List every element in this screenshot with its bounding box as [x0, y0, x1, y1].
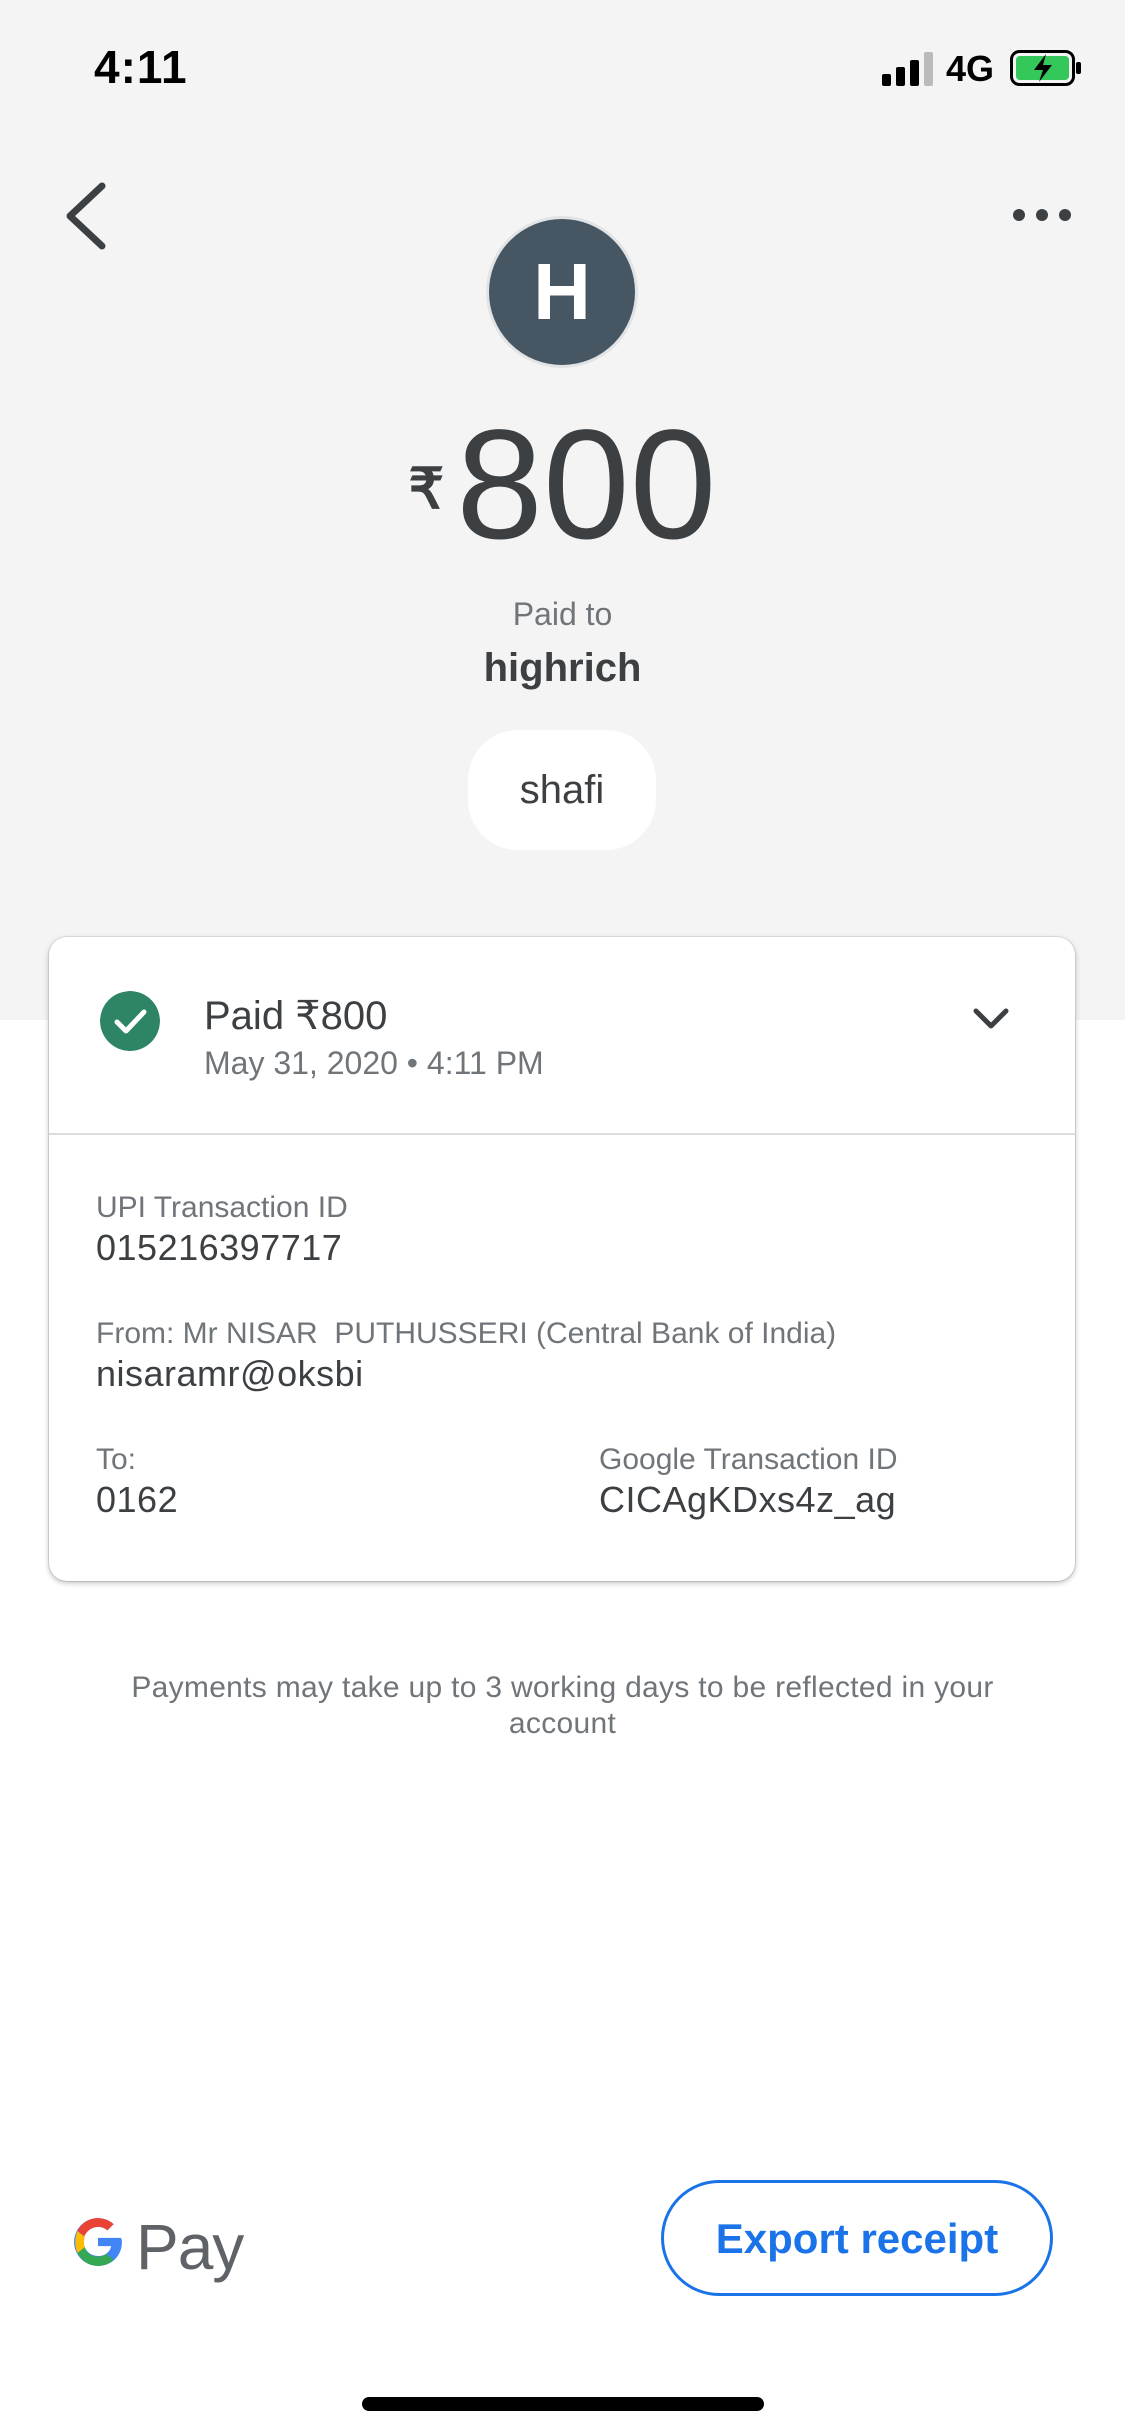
home-indicator[interactable]	[362, 2397, 764, 2411]
google-transaction-id-label: Google Transaction ID	[599, 1443, 898, 1476]
amount-value: 800	[456, 398, 717, 572]
from-label: From: Mr NISAR PUTHUSSERI (Central Bank …	[96, 1317, 837, 1350]
check-circle-icon	[100, 991, 160, 1051]
currency-symbol: ₹	[408, 457, 445, 520]
network-type: 4G	[946, 48, 995, 89]
battery-charging-icon	[1010, 50, 1081, 86]
payee-avatar: H	[486, 216, 638, 368]
gpay-brand-text: Pay	[136, 2211, 244, 2283]
from-upi-id: nisaramr@oksbi	[96, 1353, 364, 1394]
export-receipt-button[interactable]: Export receipt	[661, 2180, 1053, 2296]
google-g-logo	[74, 2218, 122, 2266]
disclaimer-text: Payments may take up to 3 working days t…	[131, 1671, 994, 1740]
upi-transaction-id-label: UPI Transaction ID	[96, 1191, 348, 1224]
google-transaction-id: CICAgKDxs4z_ag	[599, 1479, 897, 1520]
more-options-button[interactable]	[1010, 200, 1074, 230]
payment-datetime: May 31, 2020 • 4:11 PM	[204, 1045, 544, 1081]
payment-summary: Paid ₹800	[204, 994, 388, 1038]
payment-note-chip: shafi	[468, 730, 656, 850]
back-button[interactable]	[58, 180, 114, 252]
transaction-summary-row[interactable]: Paid ₹800 May 31, 2020 • 4:11 PM	[49, 937, 1075, 1135]
upi-transaction-id: 015216397717	[96, 1227, 343, 1268]
status-time: 4:11	[94, 41, 188, 93]
paid-to-label: Paid to	[512, 596, 613, 632]
to-label: To:	[96, 1443, 137, 1476]
transaction-details-card: Paid ₹800 May 31, 2020 • 4:11 PM UPI Tra…	[49, 937, 1075, 1581]
to-value: 0162	[96, 1479, 179, 1520]
signal-icon	[882, 52, 933, 86]
chevron-down-icon[interactable]	[971, 1003, 1011, 1033]
payee-name: highrich	[483, 646, 642, 690]
amount-display: ₹800	[0, 400, 1125, 570]
